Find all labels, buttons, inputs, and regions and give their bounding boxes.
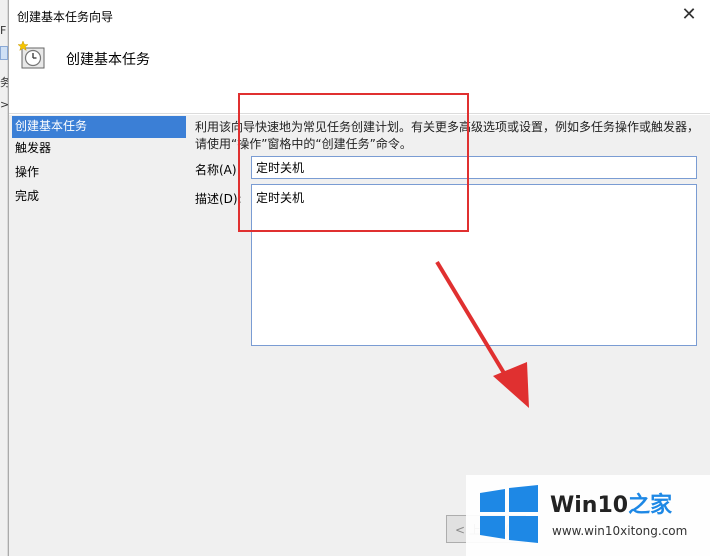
name-label: 名称(A): <box>195 163 241 177</box>
window-title: 创建基本任务向导 <box>17 10 114 24</box>
close-button[interactable]: ✕ <box>679 5 699 25</box>
watermark-brand-suffix: 之家 <box>628 493 673 518</box>
create-basic-task-wizard: 创建基本任务向导 ✕ 创建基本任务 创建基本任务 触发器 操作 完成 利用该向导… <box>8 0 710 556</box>
watermark: Win10之家 www.win10xitong.com <box>466 475 710 556</box>
description-label: 描述(D): <box>195 192 242 206</box>
wizard-steps-list: 创建基本任务 触发器 操作 完成 <box>9 115 187 556</box>
page-title: 创建基本任务 <box>66 52 150 68</box>
step-finish[interactable]: 完成 <box>12 186 186 208</box>
step-create-basic-task[interactable]: 创建基本任务 <box>12 116 186 138</box>
step-action[interactable]: 操作 <box>12 162 186 184</box>
watermark-brand: Win10之家 <box>550 487 672 519</box>
wizard-header: 创建基本任务 <box>9 30 710 114</box>
background-app-edge: F 务 > <box>0 0 11 556</box>
wizard-description: 利用该向导快速地为常见任务创建计划。有关更多高级选项或设置，例如多任务操作或触发… <box>195 120 700 151</box>
background-selected-item <box>0 46 8 60</box>
windows-logo-icon <box>480 485 538 543</box>
watermark-url: www.win10xitong.com <box>552 524 688 538</box>
task-clock-icon <box>17 40 45 69</box>
watermark-brand-prefix: Win10 <box>550 493 629 518</box>
title-bar: 创建基本任务向导 ✕ <box>9 0 710 30</box>
task-description-input[interactable]: 定时关机 <box>251 184 697 346</box>
background-text-fragment: F <box>0 24 7 37</box>
task-name-input[interactable] <box>251 156 697 179</box>
step-trigger[interactable]: 触发器 <box>12 138 186 160</box>
